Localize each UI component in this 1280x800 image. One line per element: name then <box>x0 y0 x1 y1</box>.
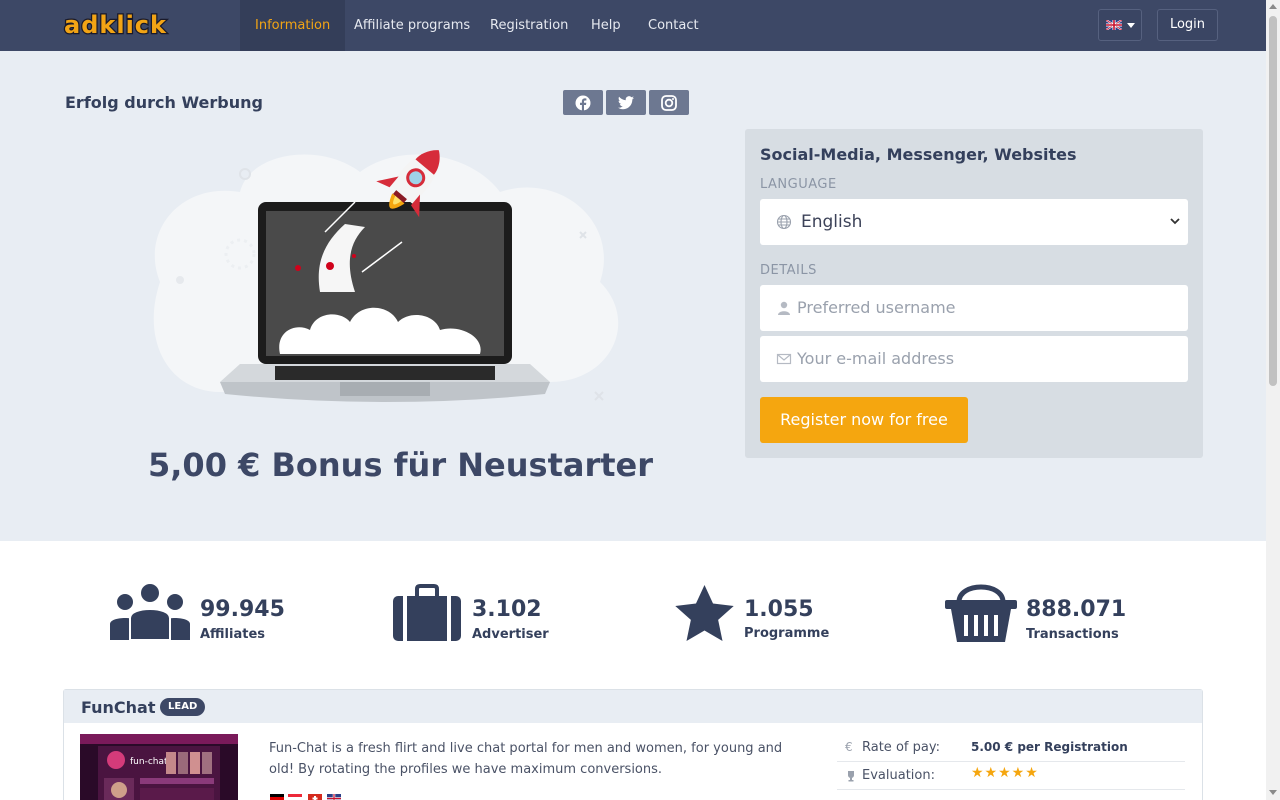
login-button[interactable]: Login <box>1157 9 1218 41</box>
adklick-logo[interactable]: adklick <box>62 11 218 39</box>
caret-down-icon <box>1126 22 1135 28</box>
scroll-up-icon[interactable] <box>1269 4 1277 9</box>
de-flag-icon <box>270 794 284 800</box>
globe-icon <box>776 214 792 230</box>
evaluation-row: Evaluation: ★★★★★ <box>837 762 1185 790</box>
email-placeholder: Your e-mail address <box>797 349 955 368</box>
stat-advertiser-value: 3.102 <box>472 597 542 622</box>
nav-help[interactable]: Help <box>576 0 636 51</box>
language-value: English <box>801 212 863 232</box>
stat-affiliates-label: Affiliates <box>200 627 266 642</box>
bonus-headline: 5,00 € Bonus für Neustarter <box>148 446 654 484</box>
stat-programme-label: Programme <box>744 626 830 641</box>
username-input[interactable]: Preferred username <box>760 285 1188 331</box>
form-title: Social-Media, Messenger, Websites <box>760 145 1077 164</box>
user-icon <box>778 301 790 315</box>
nav-contact[interactable]: Contact <box>633 0 714 51</box>
program-card: FunChat LEAD fun-chat Fun-Chat is a fres… <box>63 689 1203 800</box>
facebook-icon[interactable] <box>563 90 603 115</box>
username-placeholder: Preferred username <box>797 298 956 317</box>
scroll-down-icon[interactable] <box>1269 790 1277 795</box>
ch-flag-icon <box>308 794 322 800</box>
envelope-icon <box>776 353 792 365</box>
euro-icon: € <box>845 740 853 754</box>
uk-flag-icon-small <box>327 794 341 800</box>
svg-text:adklick: adklick <box>64 11 167 39</box>
at-flag-icon <box>288 794 302 800</box>
language-dropdown[interactable] <box>1098 9 1142 41</box>
hero-slogan: Erfolg durch Werbung <box>65 93 263 112</box>
star-icon <box>675 585 734 641</box>
chevron-down-icon <box>1170 218 1180 225</box>
uk-flag-icon <box>1105 20 1122 30</box>
svg-text:fun-chat: fun-chat <box>130 757 168 767</box>
language-select[interactable]: English <box>760 199 1188 245</box>
rocket-laptop-illustration <box>153 150 619 402</box>
nav-information[interactable]: Information <box>240 0 346 51</box>
nav-registration[interactable]: Registration <box>475 0 583 51</box>
evaluation-label: Evaluation: <box>862 768 935 783</box>
page-scrollbar[interactable] <box>1266 0 1280 800</box>
users-icon <box>110 582 190 640</box>
trophy-icon <box>848 771 854 782</box>
stat-advertiser-label: Advertiser <box>472 627 549 642</box>
nav-affiliate-programs[interactable]: Affiliate programs <box>339 0 485 51</box>
twitter-icon[interactable] <box>606 90 646 115</box>
rate-row: € Rate of pay: 5.00 € per Registration <box>837 734 1185 762</box>
rate-label: Rate of pay: <box>862 740 940 755</box>
program-title[interactable]: FunChat <box>81 698 156 717</box>
navbar: adklick Information Affiliate programs R… <box>0 0 1266 51</box>
registration-form: Social-Media, Messenger, Websites LANGUA… <box>745 129 1203 458</box>
basket-icon <box>945 584 1017 642</box>
stat-transactions-label: Transactions <box>1026 627 1119 642</box>
email-input[interactable]: Your e-mail address <box>760 336 1188 382</box>
rating-stars: ★★★★★ <box>971 765 1039 781</box>
instagram-icon[interactable] <box>649 90 689 115</box>
program-description: Fun-Chat is a fresh flirt and live chat … <box>269 741 783 777</box>
program-card-header: FunChat LEAD <box>64 690 1202 723</box>
funchat-thumbnail[interactable]: fun-chat <box>80 734 238 800</box>
stat-programme-value: 1.055 <box>744 597 814 622</box>
rate-value: 5.00 € per Registration <box>971 740 1128 754</box>
stat-affiliates-value: 99.945 <box>200 597 285 622</box>
stat-transactions-value: 888.071 <box>1026 597 1127 622</box>
briefcase-icon <box>393 584 461 641</box>
scrollbar-thumb[interactable] <box>1269 16 1277 386</box>
register-button[interactable]: Register now for free <box>760 397 968 443</box>
lead-badge: LEAD <box>160 698 206 716</box>
details-label: DETAILS <box>760 263 817 278</box>
language-label: LANGUAGE <box>760 177 837 192</box>
